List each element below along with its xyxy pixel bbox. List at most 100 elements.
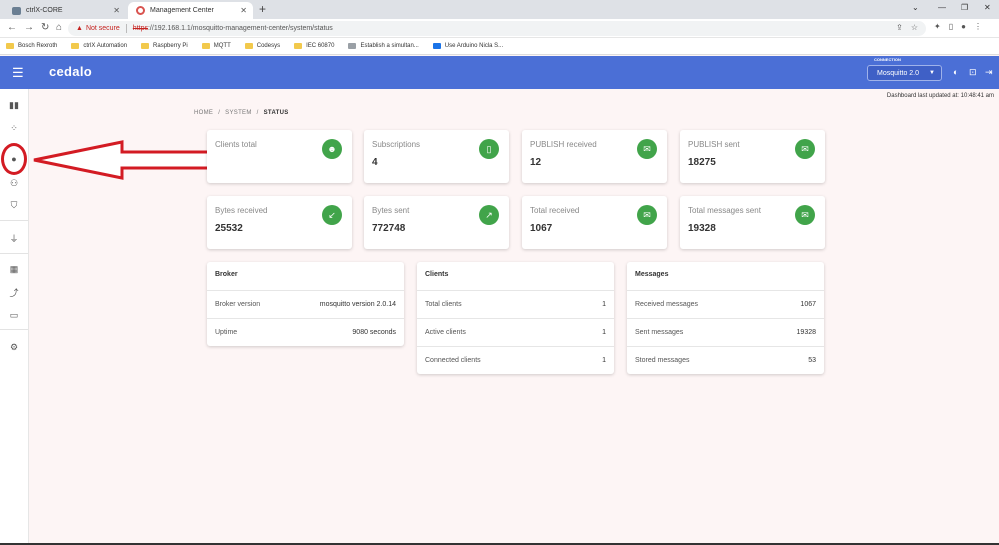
tree-icon: ⁘ [10, 122, 18, 133]
stat-card-publish-sent: PUBLISH sent 18275 ✉ [680, 130, 825, 183]
folder-icon [141, 43, 150, 49]
clients-card: Clients Total clients 1 Active clients 1 C… [417, 262, 614, 374]
stat-card-bytes-received: Bytes received 25532 ↙ [207, 196, 352, 249]
stat-card-bytes-sent: Bytes sent 772748 ↗ [364, 196, 509, 249]
tab-label: ctrlX-CORE [26, 7, 63, 14]
page-icon [432, 43, 441, 49]
stat-card-publish-received: PUBLISH received 12 ✉ [522, 130, 667, 183]
bookmark-iec-60870[interactable]: IEC 60870 [294, 43, 334, 49]
breadcrumb-system[interactable]: SYSTEM [225, 110, 251, 116]
table-row: Stored messages 53 [627, 346, 824, 374]
forward-icon[interactable]: → [24, 22, 34, 33]
new-tab-icon[interactable]: + [259, 2, 266, 16]
sidebar-item-groups[interactable]: ⚇ [0, 175, 28, 191]
close-icon[interactable]: ✕ [240, 6, 247, 15]
reload-icon[interactable]: ↻ [41, 22, 49, 33]
star-icon[interactable]: ☆ [911, 23, 918, 32]
connection-value: Mosquitto 2.0 [877, 69, 920, 77]
bookmark-ctrlx-automation[interactable]: ctrlX Automation [71, 43, 127, 49]
connection-label: CONNECTION [874, 57, 901, 62]
breadcrumb: HOME / SYSTEM / STATUS [194, 110, 289, 116]
sidebar-item-inspect[interactable]: ▦ [0, 261, 28, 277]
sidepanel-icon[interactable]: ▯ [949, 22, 953, 31]
minimize-icon[interactable]: — [938, 3, 946, 12]
messages-card: Messages Received messages 1067 Sent mess… [627, 262, 824, 374]
connection-select[interactable]: Mosquitto 2.0 ▼ [867, 65, 942, 81]
bookmark-bosch-rexroth[interactable]: Bosch Rexroth [6, 43, 57, 49]
bookmark-establish[interactable]: Establish a simultan... [348, 43, 419, 49]
folder-icon [201, 43, 210, 49]
broker-card: Broker Broker version mosquitto version 2… [207, 262, 404, 346]
browser-toolbar: ← → ↻ ⌂ ▲ Not secure https ://192.168.1.… [0, 19, 999, 38]
not-secure-label: Not secure [85, 25, 120, 32]
table-row: Broker version mosquitto version 2.0.14 [207, 290, 404, 318]
address-divider [125, 24, 127, 33]
back-icon[interactable]: ← [7, 22, 17, 33]
stat-label: Total messages sent [688, 206, 761, 215]
breadcrumb-home[interactable]: HOME [194, 110, 213, 116]
grid-icon: ▦ [9, 263, 19, 274]
share-icon[interactable]: ⇪ [896, 23, 903, 32]
bookmark-raspberry-pi[interactable]: Raspberry Pi [141, 43, 188, 49]
sidebar-divider [0, 329, 28, 330]
url-scheme: https [132, 25, 148, 32]
logout-icon[interactable]: ⇥ [985, 67, 993, 78]
sidebar-item-topics[interactable]: ⁘ [0, 120, 28, 136]
stat-value: 18275 [688, 157, 716, 168]
mail-icon: ✉ [637, 139, 657, 159]
stat-label: Total received [530, 206, 580, 215]
sidebar-divider [0, 253, 28, 254]
arrow-down-left-icon: ↙ [322, 205, 342, 225]
mail-icon: ✉ [795, 205, 815, 225]
stat-card-total-messages-sent: Total messages sent 19328 ✉ [680, 196, 825, 249]
close-icon[interactable]: ✕ [113, 6, 120, 15]
folder-icon [6, 43, 14, 49]
card-title: Messages [635, 271, 669, 278]
info-icon[interactable]: ⊡ [969, 67, 977, 78]
theme-toggle-icon[interactable]: ◐ [953, 67, 958, 77]
stat-value: 4 [372, 157, 378, 168]
extensions-icon[interactable]: ✦ [934, 22, 941, 31]
sidebar-item-settings[interactable]: ⚙ [0, 339, 28, 355]
bookmark-codesys[interactable]: Codesys [244, 43, 280, 49]
stat-value: 12 [530, 157, 542, 168]
sidebar-item-terminal[interactable]: ▭ [0, 307, 28, 323]
profile-icon[interactable]: ● [961, 22, 966, 31]
browser-tabstrip: ctrlX-CORE ✕ Management Center ✕ + ⌄ — ❐… [0, 0, 999, 19]
card-title: Broker [215, 271, 238, 278]
folder-icon [294, 43, 303, 49]
group-icon: ⚇ [9, 177, 19, 188]
sidebar-item-plugins[interactable]: ⏚ [0, 230, 28, 246]
tab-ctrlx-core[interactable]: ctrlX-CORE ✕ [4, 2, 126, 19]
menu-icon[interactable]: ☰ [12, 65, 24, 81]
chevron-down-icon[interactable]: ⌄ [912, 3, 919, 12]
menu-dots-icon[interactable]: ⋮ [974, 22, 982, 31]
mail-icon: ✉ [795, 139, 815, 159]
last-updated-text: Dashboard last updated at: 10:48:41 am [886, 93, 994, 99]
subscriptions-icon: ▯ [479, 139, 499, 159]
brand-logo: cedalo [49, 64, 92, 79]
table-row: Received messages 1067 [627, 290, 824, 318]
sidebar-item-roles[interactable]: ⛉ [0, 197, 28, 213]
cedalo-favicon-icon [136, 6, 145, 15]
address-bar[interactable]: ▲ Not secure https ://192.168.1.1/mosqui… [68, 21, 926, 36]
sidebar-item-streams[interactable]: ⤴ [0, 284, 28, 300]
trend-icon: ⤴ [9, 287, 19, 298]
table-row: Total clients 1 [417, 290, 614, 318]
stat-label: PUBLISH sent [688, 140, 740, 149]
stat-label: Bytes received [215, 206, 268, 215]
bookmark-mqtt[interactable]: MQTT [201, 43, 231, 49]
tab-label: Management Center [150, 7, 214, 14]
plug-icon: ⏚ [9, 233, 19, 244]
bookmark-arduino[interactable]: Use Arduino Nicla S... [432, 43, 503, 49]
restore-icon[interactable]: ❐ [961, 3, 968, 12]
window-close-icon[interactable]: ✕ [984, 3, 991, 12]
tab-management-center[interactable]: Management Center ✕ [128, 2, 253, 19]
table-row: Active clients 1 [417, 318, 614, 346]
sidebar-item-dashboard[interactable]: ▮▮ [0, 97, 28, 113]
stat-label: Bytes sent [372, 206, 410, 215]
ctrlx-favicon-icon [12, 6, 21, 15]
stat-card-subscriptions: Subscriptions 4 ▯ [364, 130, 509, 183]
home-icon[interactable]: ⌂ [56, 22, 62, 33]
bookmarks-bar: Bosch Rexroth ctrlX Automation Raspberry… [0, 38, 999, 55]
